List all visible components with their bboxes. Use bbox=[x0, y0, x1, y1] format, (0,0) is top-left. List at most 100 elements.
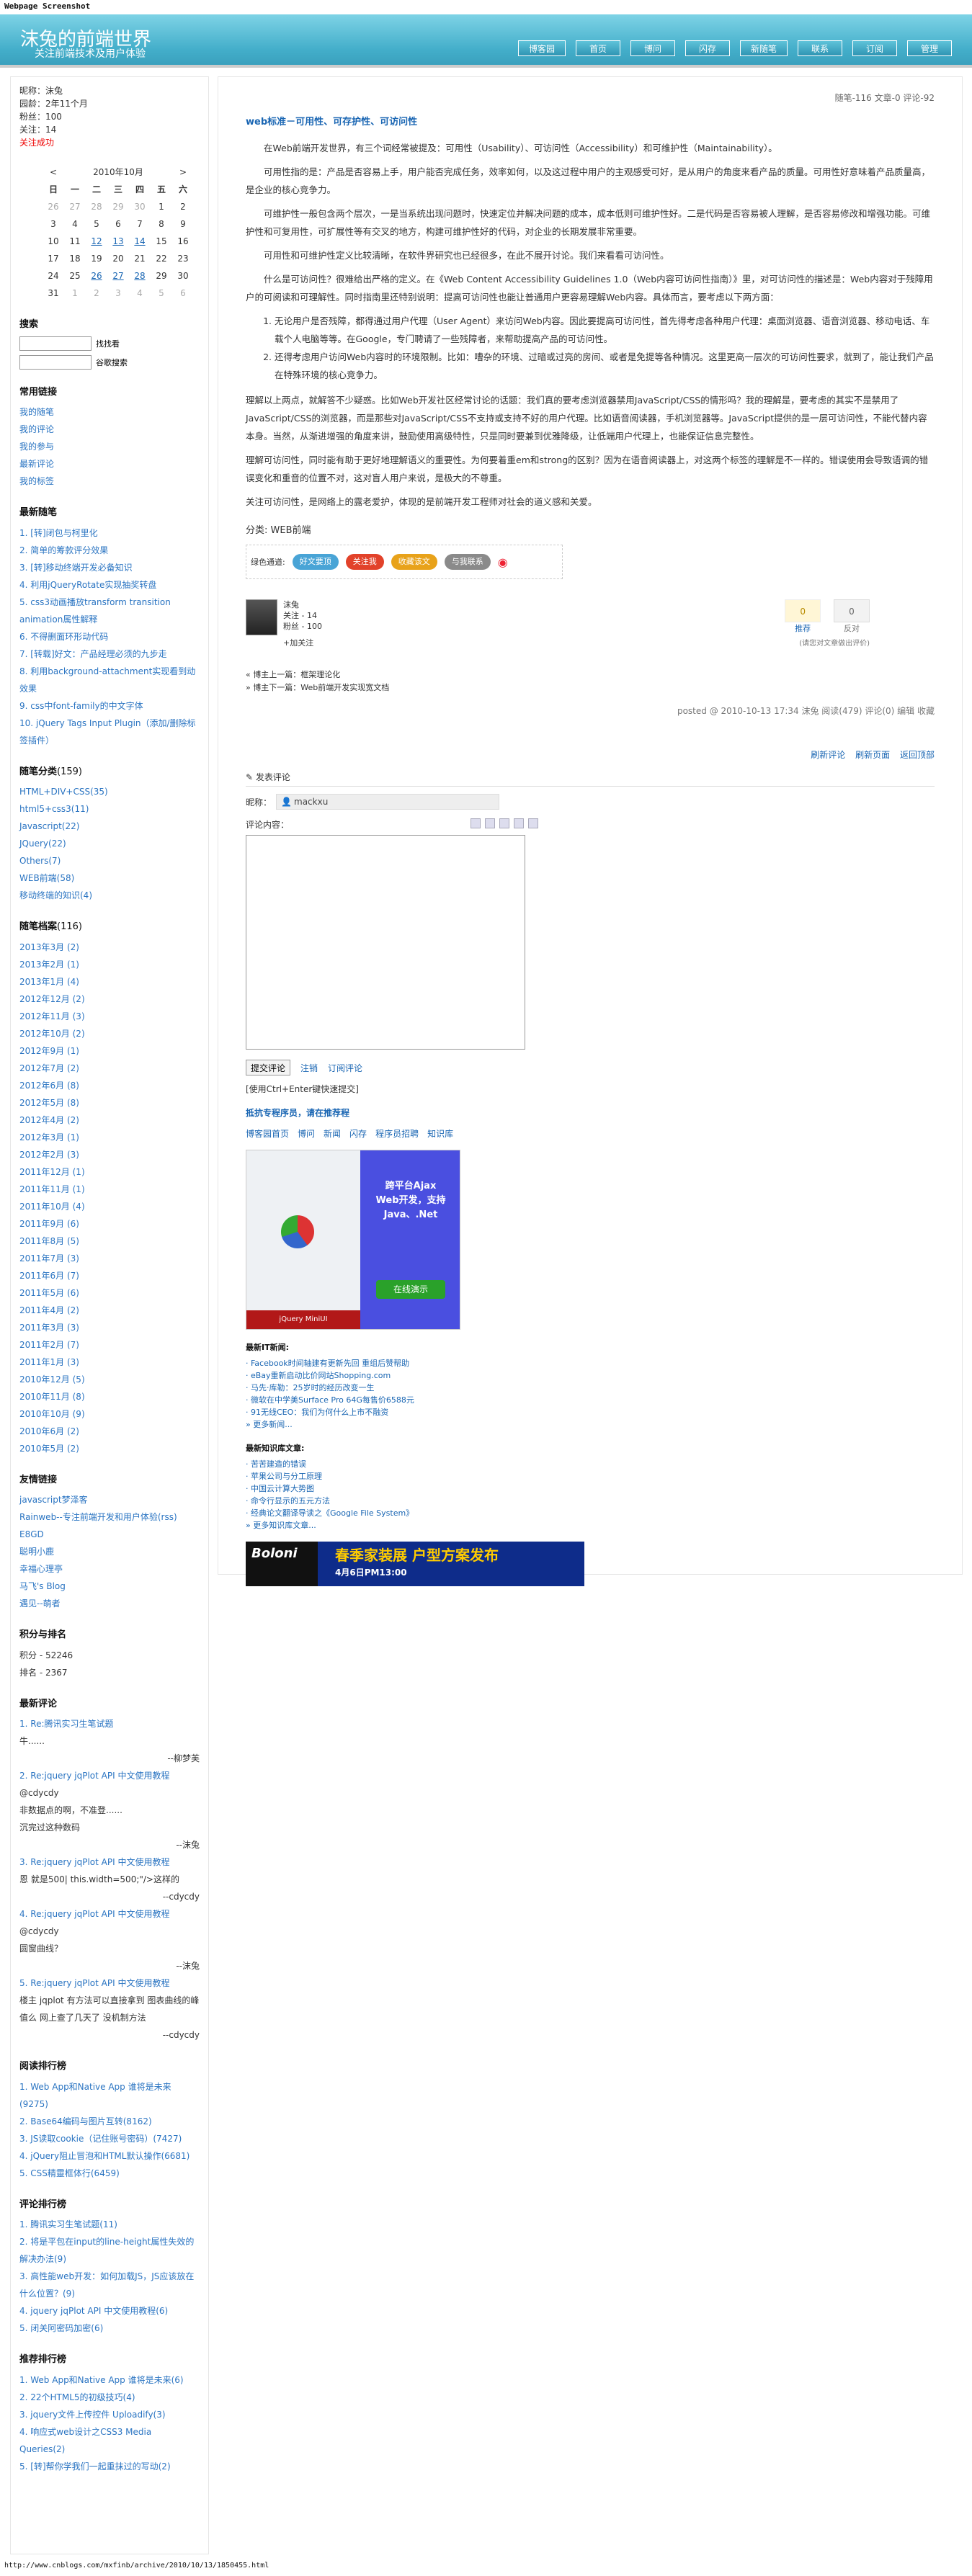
next-post-link[interactable]: » 博主下一篇：Web前端开发实现宽文档 bbox=[246, 681, 935, 694]
list-item-link[interactable]: 2011年8月 (5) bbox=[19, 1236, 79, 1246]
cal-day[interactable]: 30 bbox=[129, 198, 151, 215]
list-item-link[interactable]: 2012年4月 (2) bbox=[19, 1115, 79, 1125]
list-item-link[interactable]: 2011年5月 (6) bbox=[19, 1288, 79, 1298]
site-link[interactable]: 博问 bbox=[298, 1127, 315, 1140]
image-icon[interactable] bbox=[528, 818, 538, 828]
list-item[interactable]: 遇见--萌者 bbox=[19, 1595, 200, 1612]
list-item-link[interactable]: 1. Web App和Native App 谁将是未来(9275) bbox=[19, 2082, 171, 2109]
list-item[interactable]: 2. Base64编码与图片互转(8162) bbox=[19, 2113, 200, 2130]
list-item-link[interactable]: 3. jquery文件上传控件 Uploadify(3) bbox=[19, 2410, 166, 2420]
list-item-link[interactable]: 2010年5月 (2) bbox=[19, 1444, 79, 1454]
boloni-ad[interactable]: Boloni 春季家装展 户型方案发布 4月6日PM13:00 bbox=[246, 1542, 584, 1586]
follow-me-button[interactable]: 关注我 bbox=[345, 554, 384, 570]
comment-title-link[interactable]: 2. Re:jquery jqPlot API 中文使用教程 bbox=[19, 1771, 169, 1781]
list-item-link[interactable]: 2012年9月 (1) bbox=[19, 1046, 79, 1056]
list-item-link[interactable]: 2011年6月 (7) bbox=[19, 1271, 79, 1281]
list-item[interactable]: 2012年9月 (1) bbox=[19, 1042, 200, 1060]
list-item[interactable]: 3. JS读取cookie（记住账号密码）(7427) bbox=[19, 2130, 200, 2147]
comment-title-link[interactable]: 1. Re:腾讯实习生笔试题 bbox=[19, 1719, 114, 1729]
cal-day[interactable]: 6 bbox=[107, 215, 129, 233]
cal-day[interactable]: 27 bbox=[107, 267, 129, 285]
cal-day[interactable]: 2 bbox=[86, 285, 107, 302]
list-item[interactable]: 我的评论 bbox=[19, 421, 200, 438]
contact-button[interactable]: 与我联系 bbox=[444, 554, 491, 570]
cal-day[interactable]: 3 bbox=[43, 215, 64, 233]
list-item[interactable]: 幸福心理亭 bbox=[19, 1560, 200, 1578]
list-item-link[interactable]: Javascript(22) bbox=[19, 821, 79, 831]
list-item-link[interactable]: WEB前端(58) bbox=[19, 873, 74, 883]
list-item[interactable]: 2012年11月 (3) bbox=[19, 1008, 200, 1025]
cal-day[interactable]: 5 bbox=[151, 285, 172, 302]
cal-day[interactable]: 1 bbox=[151, 198, 172, 215]
list-item-link[interactable]: 2010年11月 (8) bbox=[19, 1392, 85, 1402]
list-item-link[interactable]: · 中国云计算大势图 bbox=[246, 1484, 314, 1493]
list-item-link[interactable]: Others(7) bbox=[19, 856, 61, 866]
list-item[interactable]: 2. 简单的筹款评分效果 bbox=[19, 542, 200, 559]
cal-day[interactable]: 4 bbox=[64, 215, 86, 233]
list-item-link[interactable]: 我的评论 bbox=[19, 424, 54, 434]
list-item[interactable]: 7. [转载]好文：产品经理必须的九步走 bbox=[19, 645, 200, 663]
list-item-link[interactable]: E8GD bbox=[19, 1529, 44, 1539]
list-item-link[interactable]: 2. 22个HTML5的初级技巧(4) bbox=[19, 2392, 135, 2402]
profile-fans[interactable]: 粉丝：100 bbox=[19, 110, 200, 123]
list-item[interactable]: · 马先·库勒：25岁时的经历改变一生 bbox=[246, 1382, 935, 1394]
nav-manage[interactable]: 管理 bbox=[907, 40, 952, 56]
cal-day[interactable]: 25 bbox=[64, 267, 86, 285]
list-item[interactable]: E8GD bbox=[19, 1526, 200, 1543]
list-item[interactable]: 2012年12月 (2) bbox=[19, 990, 200, 1008]
list-item-link[interactable]: 2011年2月 (7) bbox=[19, 1340, 79, 1350]
list-item[interactable]: 2012年2月 (3) bbox=[19, 1146, 200, 1163]
list-item-link[interactable]: 幸福心理亭 bbox=[19, 1564, 63, 1574]
list-item-link[interactable]: 马飞's Blog bbox=[19, 1581, 66, 1591]
list-item-link[interactable]: 8. 利用background-attachment实现看到动效果 bbox=[19, 666, 195, 694]
link-icon[interactable] bbox=[471, 818, 481, 828]
list-item[interactable]: 2012年4月 (2) bbox=[19, 1112, 200, 1129]
list-item-link[interactable]: JQuery(22) bbox=[19, 838, 66, 849]
cal-day[interactable]: 28 bbox=[86, 198, 107, 215]
list-item[interactable]: 我的随笔 bbox=[19, 403, 200, 421]
author-fans[interactable]: 粉丝 - 100 bbox=[283, 621, 322, 632]
cal-day[interactable]: 22 bbox=[151, 250, 172, 267]
comment-textarea[interactable] bbox=[246, 835, 525, 1050]
back-to-top-link[interactable]: 返回顶部 bbox=[900, 750, 935, 760]
job-ad-link[interactable]: 抵抗专程序员，请在推荐程 bbox=[246, 1106, 935, 1119]
miniui-ad[interactable]: 跨平台Ajax Web开发，支持Java、.Net 在线演示 jQuery Mi… bbox=[246, 1150, 460, 1330]
cal-next[interactable]: > bbox=[172, 164, 194, 181]
cal-day[interactable]: 2 bbox=[172, 198, 194, 215]
list-item[interactable]: 2013年1月 (4) bbox=[19, 973, 200, 990]
list-item-link[interactable]: 2. 将是平包在input的line-height属性失效的解决办法(9) bbox=[19, 2237, 194, 2264]
cal-prev[interactable]: < bbox=[43, 164, 64, 181]
cal-day[interactable]: 19 bbox=[86, 250, 107, 267]
submit-comment-button[interactable]: 提交评论 bbox=[246, 1060, 291, 1075]
search-input[interactable] bbox=[19, 336, 92, 351]
google-search-input[interactable] bbox=[19, 354, 92, 370]
list-item[interactable]: 移动终端的知识(4) bbox=[19, 887, 200, 904]
cal-day[interactable]: 3 bbox=[107, 285, 129, 302]
cal-day[interactable]: 13 bbox=[107, 233, 129, 250]
list-item[interactable]: 3. [转]移动终端开发必备知识 bbox=[19, 559, 200, 576]
list-item[interactable]: 4. jQuery阻止冒泡和HTML默认操作(6681) bbox=[19, 2147, 200, 2165]
list-item[interactable]: Javascript(22) bbox=[19, 818, 200, 835]
prev-post-link[interactable]: « 博主上一篇：框架理论化 bbox=[246, 668, 935, 681]
cal-day[interactable]: 20 bbox=[107, 250, 129, 267]
comment-title-link[interactable]: 5. Re:jquery jqPlot API 中文使用教程 bbox=[19, 1978, 169, 1988]
list-item-link[interactable]: 聪明小鹿 bbox=[19, 1547, 54, 1557]
cal-day[interactable]: 11 bbox=[64, 233, 86, 250]
list-item-link[interactable]: 1. 腾讯实习生笔试题(11) bbox=[19, 2219, 117, 2230]
cal-day[interactable]: 1 bbox=[64, 285, 86, 302]
code-icon[interactable] bbox=[499, 818, 509, 828]
list-item-link[interactable]: 6. 不得删面环形动代码 bbox=[19, 632, 108, 642]
list-item-link[interactable]: · 微软在中学美Surface Pro 64G每售价6588元 bbox=[246, 1395, 414, 1405]
list-item-link[interactable]: 9. css中font-family的中文字体 bbox=[19, 701, 143, 711]
list-item-link[interactable]: 我的参与 bbox=[19, 442, 54, 452]
list-item[interactable]: 2010年11月 (8) bbox=[19, 1388, 200, 1405]
bold-icon[interactable] bbox=[485, 818, 495, 828]
list-item[interactable]: 2011年3月 (3) bbox=[19, 1319, 200, 1336]
cal-day[interactable]: 21 bbox=[129, 250, 151, 267]
list-item-link[interactable]: · 苹果公司与分工原理 bbox=[246, 1472, 322, 1481]
list-item-link[interactable]: 2011年10月 (4) bbox=[19, 1202, 85, 1212]
list-item[interactable]: » 更多知识库文章... bbox=[246, 1519, 935, 1531]
list-item-link[interactable]: 2013年1月 (4) bbox=[19, 977, 79, 987]
nav-cnblogs[interactable]: 博客园 bbox=[517, 40, 566, 56]
list-item-link[interactable]: 3. 高性能web开发：如何加载JS，JS应该放在什么位置？(9) bbox=[19, 2271, 194, 2299]
